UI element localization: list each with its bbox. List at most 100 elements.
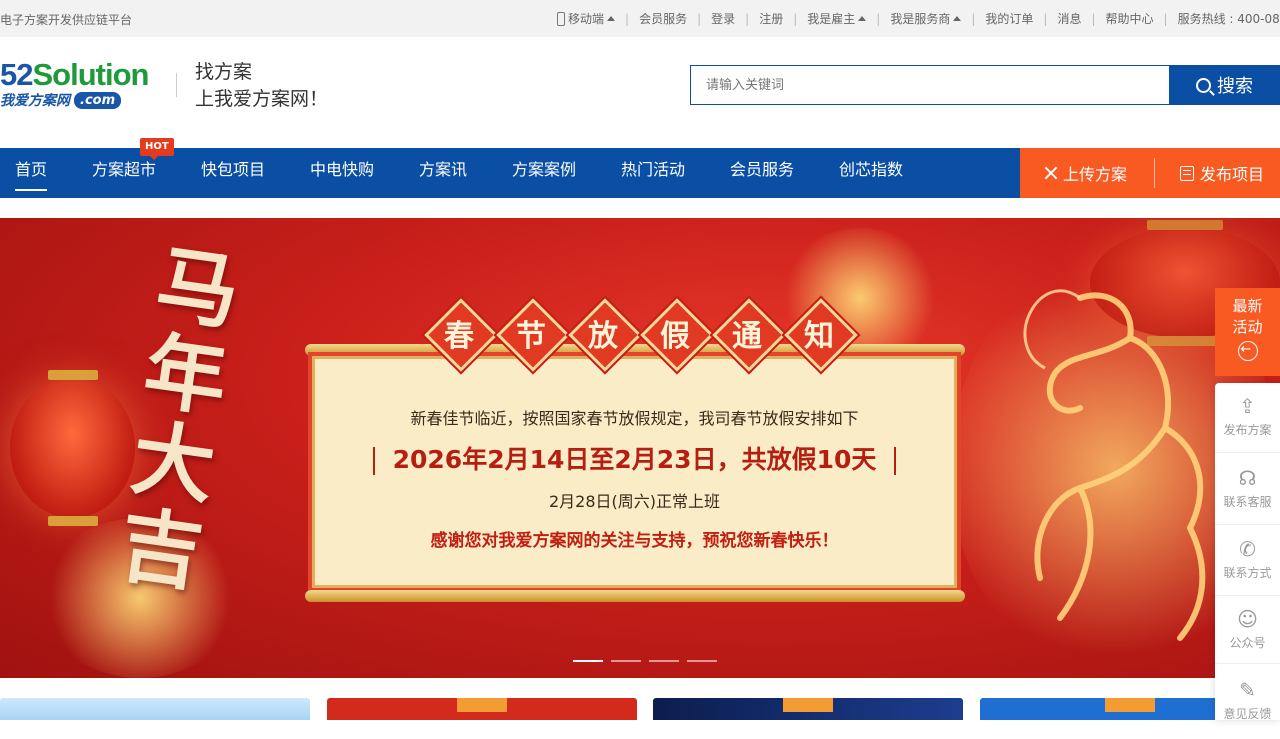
promo-card[interactable] bbox=[653, 698, 963, 720]
calligraphy-text: 马年大吉 bbox=[113, 235, 245, 604]
nav-item-home[interactable]: 首页 bbox=[15, 148, 48, 198]
float-feedback[interactable]: ✎ 意见反馈 bbox=[1215, 679, 1280, 739]
notice-thanks: 感谢您对我爱方案网的关注与支持，预祝您新春快乐！ bbox=[430, 531, 839, 551]
top-link-mobile[interactable]: 移动端 bbox=[557, 10, 616, 27]
top-link-employer[interactable]: 我是雇主 bbox=[807, 10, 867, 27]
top-link-label: 我是服务商 bbox=[890, 12, 951, 26]
latest-events-line-2: 活动 bbox=[1232, 318, 1263, 336]
title-char-text: 通 bbox=[732, 319, 762, 354]
search-button-label: 搜索 bbox=[1217, 76, 1253, 97]
float-item-label: 联系客服 bbox=[1223, 495, 1272, 509]
hero-banner[interactable]: 马年大吉 春 节 放 假 通 知 新春佳节临近，按照国家春节放假规定，我司春节放… bbox=[0, 218, 1280, 678]
scroll-rod-bottom bbox=[305, 590, 965, 602]
nav-item-solution-cases[interactable]: 方案案例 bbox=[512, 148, 576, 198]
title-char-text: 放 bbox=[588, 319, 618, 354]
top-link-label: 我是雇主 bbox=[807, 12, 856, 26]
float-wechat-account[interactable]: ☺ 公众号 bbox=[1215, 608, 1280, 664]
card-tag bbox=[1105, 698, 1155, 712]
notice-title: 春 节 放 假 通 知 bbox=[426, 300, 852, 366]
divider bbox=[894, 447, 897, 475]
logo-domain: .com bbox=[74, 91, 122, 109]
edit-icon: ✎ bbox=[1239, 678, 1256, 702]
logo-wordmark: 52Solution bbox=[0, 57, 149, 93]
nav-item-solution-news[interactable]: 方案讯 bbox=[419, 148, 467, 198]
notice-dates-text: 2026年2月14日至2月23日，共放假10天 bbox=[392, 445, 877, 474]
divider: | bbox=[745, 11, 750, 26]
float-contact-info[interactable]: ✆ 联系方式 bbox=[1215, 538, 1280, 596]
top-link-help[interactable]: 帮助中心 bbox=[1106, 10, 1154, 27]
tools-icon bbox=[1044, 166, 1058, 180]
top-link-my-orders[interactable]: 我的订单 bbox=[985, 10, 1033, 27]
divider: | bbox=[793, 11, 798, 26]
float-item-label: 意见反馈 bbox=[1223, 707, 1272, 721]
phone-icon bbox=[557, 11, 565, 26]
site-logo[interactable]: 52Solution 我爱方案网 .com bbox=[0, 57, 160, 113]
top-link-register[interactable]: 注册 bbox=[759, 10, 783, 27]
upload-solution-button[interactable]: 上传方案 bbox=[1044, 148, 1127, 198]
carousel-dot[interactable] bbox=[573, 660, 603, 662]
top-links: 移动端 | 会员服务 | 登录 | 注册 | 我是雇主 | 我是服务商 | 我的… bbox=[557, 10, 1280, 27]
title-char: 春 bbox=[426, 300, 492, 366]
top-link-messages[interactable]: 消息 bbox=[1057, 10, 1081, 27]
top-link-login[interactable]: 登录 bbox=[711, 10, 735, 27]
carousel-dot[interactable] bbox=[687, 660, 717, 662]
arrow-left-icon bbox=[1237, 339, 1258, 361]
carousel-dot[interactable] bbox=[611, 660, 641, 662]
title-char-text: 假 bbox=[660, 319, 690, 354]
divider: | bbox=[876, 11, 881, 26]
site-tagline: 电子方案开发供应链平台 bbox=[0, 13, 133, 27]
logo-number: 52 bbox=[0, 57, 33, 92]
publish-project-label: 发布项目 bbox=[1200, 165, 1265, 184]
search-button[interactable]: 搜索 bbox=[1169, 65, 1280, 105]
slogan-line-2: 上我爱方案网！ bbox=[195, 88, 329, 110]
card-tag bbox=[457, 698, 507, 712]
caret-up-icon bbox=[607, 16, 616, 21]
headset-icon: ☊ bbox=[1238, 466, 1257, 490]
divider bbox=[176, 73, 177, 97]
latest-events-button[interactable]: 最新 活动 bbox=[1215, 288, 1280, 376]
carousel-dot[interactable] bbox=[649, 660, 679, 662]
divider: | bbox=[1091, 11, 1096, 26]
promo-card[interactable] bbox=[0, 698, 310, 720]
search-bar: 搜索 bbox=[690, 65, 1280, 105]
phone-icon: ✆ bbox=[1239, 537, 1256, 561]
top-link-label: 移动端 bbox=[568, 12, 605, 26]
divider bbox=[1154, 158, 1155, 188]
divider: | bbox=[625, 11, 630, 26]
latest-events-line-1: 最新 bbox=[1232, 297, 1263, 315]
top-link-provider[interactable]: 我是服务商 bbox=[890, 10, 962, 27]
top-link-member-service[interactable]: 会员服务 bbox=[639, 10, 687, 27]
title-char: 放 bbox=[570, 300, 636, 366]
upload-solution-label: 上传方案 bbox=[1063, 165, 1128, 184]
wechat-icon: ☺ bbox=[1237, 607, 1258, 631]
search-icon bbox=[1196, 77, 1211, 93]
publish-project-button[interactable]: 发布项目 bbox=[1180, 148, 1264, 198]
service-hotline: 服务热线 : 400-085-2121 bbox=[1177, 12, 1280, 26]
title-char: 假 bbox=[642, 300, 708, 366]
logo-subline: 我爱方案网 .com bbox=[0, 90, 158, 110]
float-item-label: 公众号 bbox=[1229, 636, 1266, 650]
title-char-text: 知 bbox=[804, 319, 834, 354]
document-icon bbox=[1180, 165, 1194, 181]
nav-item-label: 方案超市 bbox=[92, 160, 157, 179]
nav-item-chip-index[interactable]: 创芯指数 bbox=[839, 148, 903, 198]
nav-item-member-service[interactable]: 会员服务 bbox=[730, 148, 794, 198]
float-publish-solution[interactable]: ⇪ 发布方案 bbox=[1215, 395, 1280, 453]
float-sidebar: ⇪ 发布方案 ☊ 联系客服 ✆ 联系方式 ☺ 公众号 ✎ 意见反馈 bbox=[1215, 383, 1280, 721]
nav-item-hot-events[interactable]: 热门活动 bbox=[621, 148, 685, 198]
slogan: 找方案 上我爱方案网！ bbox=[195, 59, 328, 113]
nav-cta-group: 上传方案 发布项目 bbox=[1020, 148, 1280, 198]
search-input[interactable] bbox=[690, 65, 1170, 105]
main-nav: 首页 方案超市 HOT 快包项目 中电快购 方案讯 方案案例 热门活动 会员服务… bbox=[0, 138, 1280, 198]
hot-badge: HOT bbox=[140, 138, 174, 160]
title-char-text: 春 bbox=[444, 319, 474, 354]
promo-card[interactable] bbox=[327, 698, 637, 720]
float-customer-service[interactable]: ☊ 联系客服 bbox=[1215, 467, 1280, 525]
caret-up-icon bbox=[953, 16, 962, 21]
logo-cn-name: 我爱方案网 bbox=[0, 93, 70, 109]
nav-item-cec-purchase[interactable]: 中电快购 bbox=[310, 148, 374, 198]
golden-horse-illustration bbox=[1023, 289, 1206, 641]
logo-word: Solution bbox=[32, 57, 149, 92]
nav-item-quick-projects[interactable]: 快包项目 bbox=[201, 148, 265, 198]
carousel-indicators bbox=[573, 660, 717, 662]
